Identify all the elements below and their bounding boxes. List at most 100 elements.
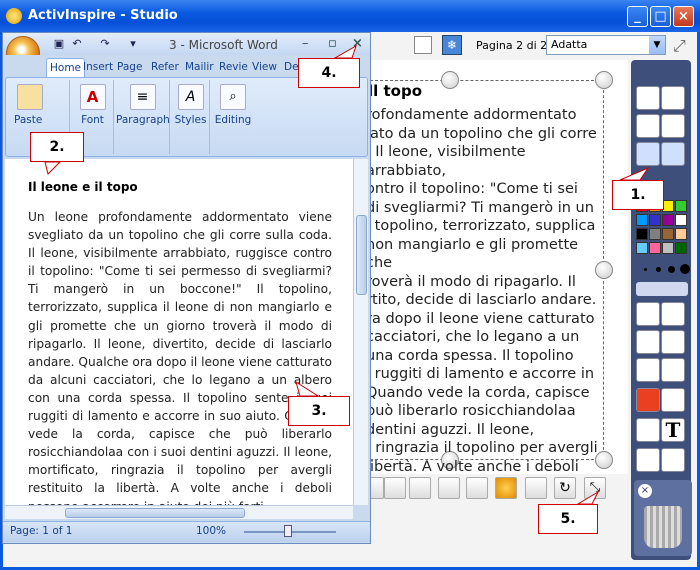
rotate-icon[interactable]: ↻	[554, 477, 576, 499]
color-swatch[interactable]	[649, 228, 661, 240]
tab-page[interactable]: Page	[114, 58, 145, 78]
previous-page-icon[interactable]	[636, 142, 660, 166]
color-swatch[interactable]	[662, 214, 674, 226]
scroll-thumb[interactable]	[356, 215, 367, 295]
pen-size-selector[interactable]	[636, 262, 690, 276]
callout-1: 1.	[612, 180, 664, 210]
font-group-label[interactable]: Font	[72, 114, 113, 126]
tab-mailings[interactable]: Mailir	[182, 58, 217, 78]
pen-icon[interactable]	[636, 330, 660, 354]
callout-3: 3.	[288, 396, 350, 426]
signature-icon[interactable]	[636, 114, 660, 138]
fullscreen-icon[interactable]: ⤢	[673, 36, 693, 56]
resize-handle[interactable]	[441, 71, 459, 89]
color-swatch[interactable]	[675, 200, 687, 212]
clapper-icon[interactable]	[636, 418, 660, 442]
zoom-select[interactable]: Adatta ▼	[546, 35, 666, 55]
color-swatch[interactable]	[636, 214, 648, 226]
canvas-title: ll topo	[368, 82, 423, 100]
clear-icon[interactable]	[636, 448, 660, 472]
color-swatch[interactable]	[675, 214, 687, 226]
color-swatch[interactable]	[649, 242, 661, 254]
page-count[interactable]: Page: 1 of 1	[10, 525, 72, 537]
user-icon[interactable]	[661, 86, 685, 110]
close-button[interactable]: ×	[673, 6, 694, 27]
styles-icon[interactable]: A	[177, 84, 204, 110]
redo-icon[interactable]: ↷	[98, 37, 112, 51]
color-swatch[interactable]	[675, 242, 687, 254]
chevron-down-icon[interactable]: ▼	[649, 36, 665, 54]
callout-5: 5.	[538, 504, 598, 534]
word-minimize-button[interactable]: –	[302, 36, 309, 51]
color-swatch[interactable]	[649, 214, 661, 226]
styles-group-label[interactable]: Styles	[172, 114, 209, 126]
maximize-button[interactable]: □	[650, 6, 671, 27]
paste-icon[interactable]	[16, 84, 43, 110]
save-icon[interactable]: ▣	[52, 37, 66, 51]
document-body[interactable]: Un leone profondamente addormentato vien…	[28, 208, 332, 516]
trash-icon[interactable]	[644, 506, 682, 548]
connector-icon[interactable]	[661, 388, 685, 412]
next-page-icon[interactable]	[661, 142, 685, 166]
zoom-level[interactable]: 100%	[196, 525, 226, 537]
font-color-icon[interactable]: A	[79, 84, 106, 110]
fit-icon[interactable]: ⤡	[584, 477, 606, 499]
window-title: ActivInspire - Studio	[28, 8, 178, 23]
horizontal-scrollbar[interactable]	[5, 505, 353, 519]
snowflake-icon[interactable]: ❄	[442, 35, 462, 55]
opacity-slider[interactable]	[636, 282, 688, 296]
color-swatch[interactable]	[662, 228, 674, 240]
canvas-text: rofondamente addormentato iato da un top…	[366, 107, 598, 493]
color-swatch[interactable]	[636, 242, 648, 254]
activinspire-titlebar: ActivInspire - Studio _ □ ×	[0, 0, 700, 32]
callout-4: 4.	[298, 58, 360, 88]
page-browser-icon[interactable]	[414, 36, 432, 54]
tab-references[interactable]: Refer	[148, 58, 182, 78]
erase-icon[interactable]	[661, 114, 685, 138]
document-title: Il leone e il topo	[28, 180, 138, 194]
text-tool-icon[interactable]: T	[661, 418, 685, 442]
tree-icon[interactable]	[438, 477, 460, 499]
minimize-button[interactable]: _	[627, 6, 648, 27]
paragraph-icon[interactable]: ≡	[129, 84, 156, 110]
styles-group: A Styles	[172, 80, 210, 154]
image-icon[interactable]	[409, 477, 431, 499]
tools-icon[interactable]	[661, 302, 685, 326]
word-maximize-button[interactable]: ▫	[328, 36, 337, 51]
fill-icon[interactable]	[661, 358, 685, 382]
undo-icon[interactable]: ↶	[70, 37, 84, 51]
tab-insert[interactable]: Insert	[80, 58, 116, 78]
select-arrow-icon[interactable]	[636, 302, 660, 326]
scroll-thumb[interactable]	[65, 508, 245, 518]
duplicate-icon[interactable]	[384, 477, 406, 499]
trash-panel[interactable]: ×	[634, 480, 692, 556]
paragraph-group: ≡ Paragraph	[116, 80, 170, 154]
word-window-title: 3 - Microsoft Word	[169, 38, 278, 52]
callout-2: 2.	[30, 132, 84, 162]
vertical-scrollbar[interactable]	[353, 159, 368, 505]
zoom-slider-thumb[interactable]	[284, 525, 292, 537]
tab-view[interactable]: View	[249, 58, 280, 78]
shape-icon[interactable]	[636, 388, 660, 412]
eraser-icon[interactable]	[636, 358, 660, 382]
word-close-button[interactable]: ×	[352, 36, 363, 51]
properties-icon[interactable]	[525, 477, 547, 499]
gear-icon[interactable]	[495, 477, 517, 499]
flipchart-icon[interactable]	[636, 86, 660, 110]
close-icon[interactable]: ×	[638, 484, 652, 498]
highlighter-icon[interactable]	[661, 330, 685, 354]
tab-review[interactable]: Revie	[216, 58, 251, 78]
customize-toolbar-icon[interactable]: ▾	[126, 37, 140, 51]
reset-icon[interactable]	[661, 448, 685, 472]
page-indicator: Pagina 2 di 2	[476, 39, 548, 52]
editing-group-label[interactable]: Editing	[210, 114, 256, 126]
binoculars-icon[interactable]: ⌕	[220, 84, 246, 110]
paragraph-group-label[interactable]: Paragraph	[116, 114, 170, 126]
layer-icon[interactable]	[466, 477, 488, 499]
editing-group: ⌕ Editing	[210, 80, 256, 154]
color-swatch[interactable]	[675, 228, 687, 240]
color-swatch[interactable]	[662, 242, 674, 254]
paste-label[interactable]: Paste	[14, 114, 69, 126]
color-swatch[interactable]	[636, 228, 648, 240]
resize-handle[interactable]	[595, 71, 613, 89]
